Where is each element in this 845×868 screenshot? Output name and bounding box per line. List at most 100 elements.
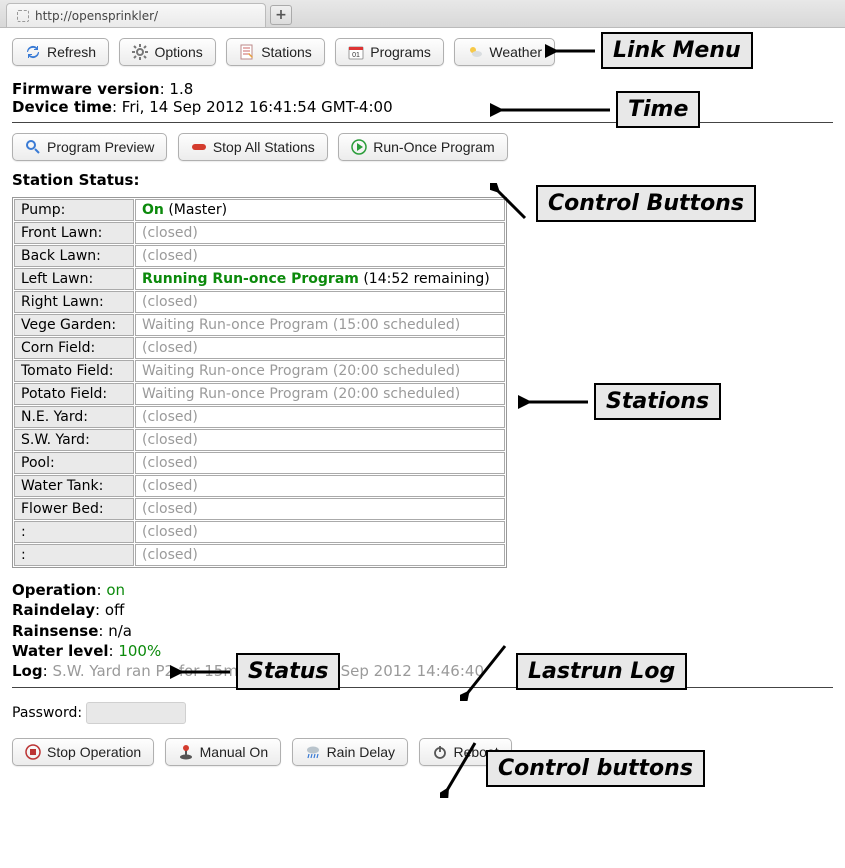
firmware-line: Firmware version: 1.8 xyxy=(12,80,833,98)
control-buttons-bar: Program Preview Stop All Stations Run-On… xyxy=(12,133,833,161)
browser-tab-active[interactable]: http://opensprinkler/ xyxy=(6,3,266,27)
password-input[interactable] xyxy=(86,702,186,724)
run-once-label: Run-Once Program xyxy=(373,139,494,155)
firmware-label: Firmware version xyxy=(12,80,160,98)
station-status: (closed) xyxy=(135,245,505,267)
station-status: (closed) xyxy=(135,475,505,497)
stations-button[interactable]: Stations xyxy=(226,38,325,66)
station-row: N.E. Yard:(closed) xyxy=(14,406,505,428)
annotation-control-buttons: Control Buttons xyxy=(490,183,756,223)
station-row: Potato Field: Waiting Run-once Program (2… xyxy=(14,383,505,405)
station-row: Tomato Field: Waiting Run-once Program (2… xyxy=(14,360,505,382)
station-waiting-text: Waiting Run-once Program (20:00 schedule… xyxy=(142,363,460,379)
calendar-icon: 01 xyxy=(348,44,364,60)
stations-label: Stations xyxy=(261,44,312,60)
stop-operation-label: Stop Operation xyxy=(47,744,141,760)
station-status: On (Master) xyxy=(135,199,505,221)
station-name: Tomato Field: xyxy=(14,360,134,382)
browser-tab-bar: http://opensprinkler/ + xyxy=(0,0,845,28)
bottom-controls: Stop Operation Manual On Rain Delay Rebo… xyxy=(12,738,833,766)
station-waiting-text: Waiting Run-once Program (15:00 schedule… xyxy=(142,317,460,333)
station-closed-text: (closed) xyxy=(142,248,198,264)
station-name: Water Tank: xyxy=(14,475,134,497)
reboot-button[interactable]: Reboot xyxy=(419,738,512,766)
stop-operation-button[interactable]: Stop Operation xyxy=(12,738,154,766)
station-closed-text: (closed) xyxy=(142,294,198,310)
station-waiting-text: Waiting Run-once Program (20:00 schedule… xyxy=(142,386,460,402)
waterlevel-label: Water level xyxy=(12,642,109,660)
station-name: Back Lawn: xyxy=(14,245,134,267)
station-row: Right Lawn:(closed) xyxy=(14,291,505,313)
station-row: Flower Bed:(closed) xyxy=(14,498,505,520)
power-icon xyxy=(432,744,448,760)
station-status: Waiting Run-once Program (15:00 schedule… xyxy=(135,314,505,336)
operation-label: Operation xyxy=(12,581,96,599)
station-row: Vege Garden:Waiting Run-once Program (15… xyxy=(14,314,505,336)
station-status: (closed) xyxy=(135,291,505,313)
new-tab-button[interactable]: + xyxy=(270,5,292,25)
device-time-line: Device time: Fri, 14 Sep 2012 16:41:54 G… xyxy=(12,98,833,116)
annotation-stations: Stations xyxy=(518,383,721,420)
options-button[interactable]: Options xyxy=(119,38,215,66)
annotation-control-buttons-label: Control Buttons xyxy=(536,185,756,222)
firmware-value: 1.8 xyxy=(169,80,193,98)
station-status: Waiting Run-once Program (20:00 schedule… xyxy=(135,360,505,382)
password-line: Password: xyxy=(12,702,833,724)
annotation-stations-label: Stations xyxy=(594,383,721,420)
weather-icon xyxy=(467,44,483,60)
program-preview-button[interactable]: Program Preview xyxy=(12,133,167,161)
weather-label: Weather xyxy=(489,44,542,60)
station-name: Left Lawn: xyxy=(14,268,134,290)
station-row: Water Tank:(closed) xyxy=(14,475,505,497)
station-status-table: Pump:On (Master)Front Lawn: (closed) Back … xyxy=(12,197,507,568)
station-name: : xyxy=(14,521,134,543)
station-running-text: Running Run-once Program xyxy=(142,271,359,287)
station-row: S.W. Yard:(closed) xyxy=(14,429,505,451)
refresh-label: Refresh xyxy=(47,44,96,60)
gear-icon xyxy=(132,44,148,60)
station-status-header: Station Status: xyxy=(12,171,833,189)
station-name: Potato Field: xyxy=(14,383,134,405)
programs-button[interactable]: 01 Programs xyxy=(335,38,444,66)
station-name: Corn Field: xyxy=(14,337,134,359)
weather-button[interactable]: Weather xyxy=(454,38,555,66)
link-menu-toolbar: Refresh Options Stations 01 Programs Wea… xyxy=(12,38,833,66)
station-status: (closed) xyxy=(135,429,505,451)
station-suffix: (Master) xyxy=(164,202,227,218)
station-status: (closed) xyxy=(135,498,505,520)
station-status: (closed) xyxy=(135,406,505,428)
status-block: Operation: on Raindelay: off Rainsense: … xyxy=(12,580,833,681)
station-name: Pool: xyxy=(14,452,134,474)
station-row: :(closed) xyxy=(14,521,505,543)
station-name: Front Lawn: xyxy=(14,222,134,244)
station-suffix: (14:52 remaining) xyxy=(359,271,490,287)
log-value: S.W. Yard ran P2 for 15m45s @ Fri, 14 Se… xyxy=(52,662,484,680)
station-row: Left Lawn: Running Run-once Program (14:5… xyxy=(14,268,505,290)
station-closed-text: (closed) xyxy=(142,547,198,563)
station-status: (closed) xyxy=(135,452,505,474)
station-name: S.W. Yard: xyxy=(14,429,134,451)
stop-bar-icon xyxy=(191,139,207,155)
station-closed-text: (closed) xyxy=(142,501,198,517)
station-row: : (closed) xyxy=(14,544,505,566)
rain-icon xyxy=(305,744,321,760)
stop-icon xyxy=(25,744,41,760)
station-closed-text: (closed) xyxy=(142,409,198,425)
magnifier-icon xyxy=(25,139,41,155)
stop-all-stations-button[interactable]: Stop All Stations xyxy=(178,133,328,161)
log-label: Log xyxy=(12,662,43,680)
separator xyxy=(12,122,833,123)
station-name: : xyxy=(14,544,134,566)
manual-on-label: Manual On xyxy=(200,744,268,760)
options-label: Options xyxy=(154,44,202,60)
manual-on-button[interactable]: Manual On xyxy=(165,738,281,766)
separator-bottom xyxy=(12,687,833,688)
station-closed-text: (closed) xyxy=(142,225,198,241)
station-name: Pump: xyxy=(14,199,134,221)
run-once-button[interactable]: Run-Once Program xyxy=(338,133,507,161)
station-row: Corn Field:(closed) xyxy=(14,337,505,359)
waterlevel-value: 100% xyxy=(118,642,161,660)
browser-url: http://opensprinkler/ xyxy=(35,9,158,23)
refresh-button[interactable]: Refresh xyxy=(12,38,109,66)
rain-delay-button[interactable]: Rain Delay xyxy=(292,738,408,766)
